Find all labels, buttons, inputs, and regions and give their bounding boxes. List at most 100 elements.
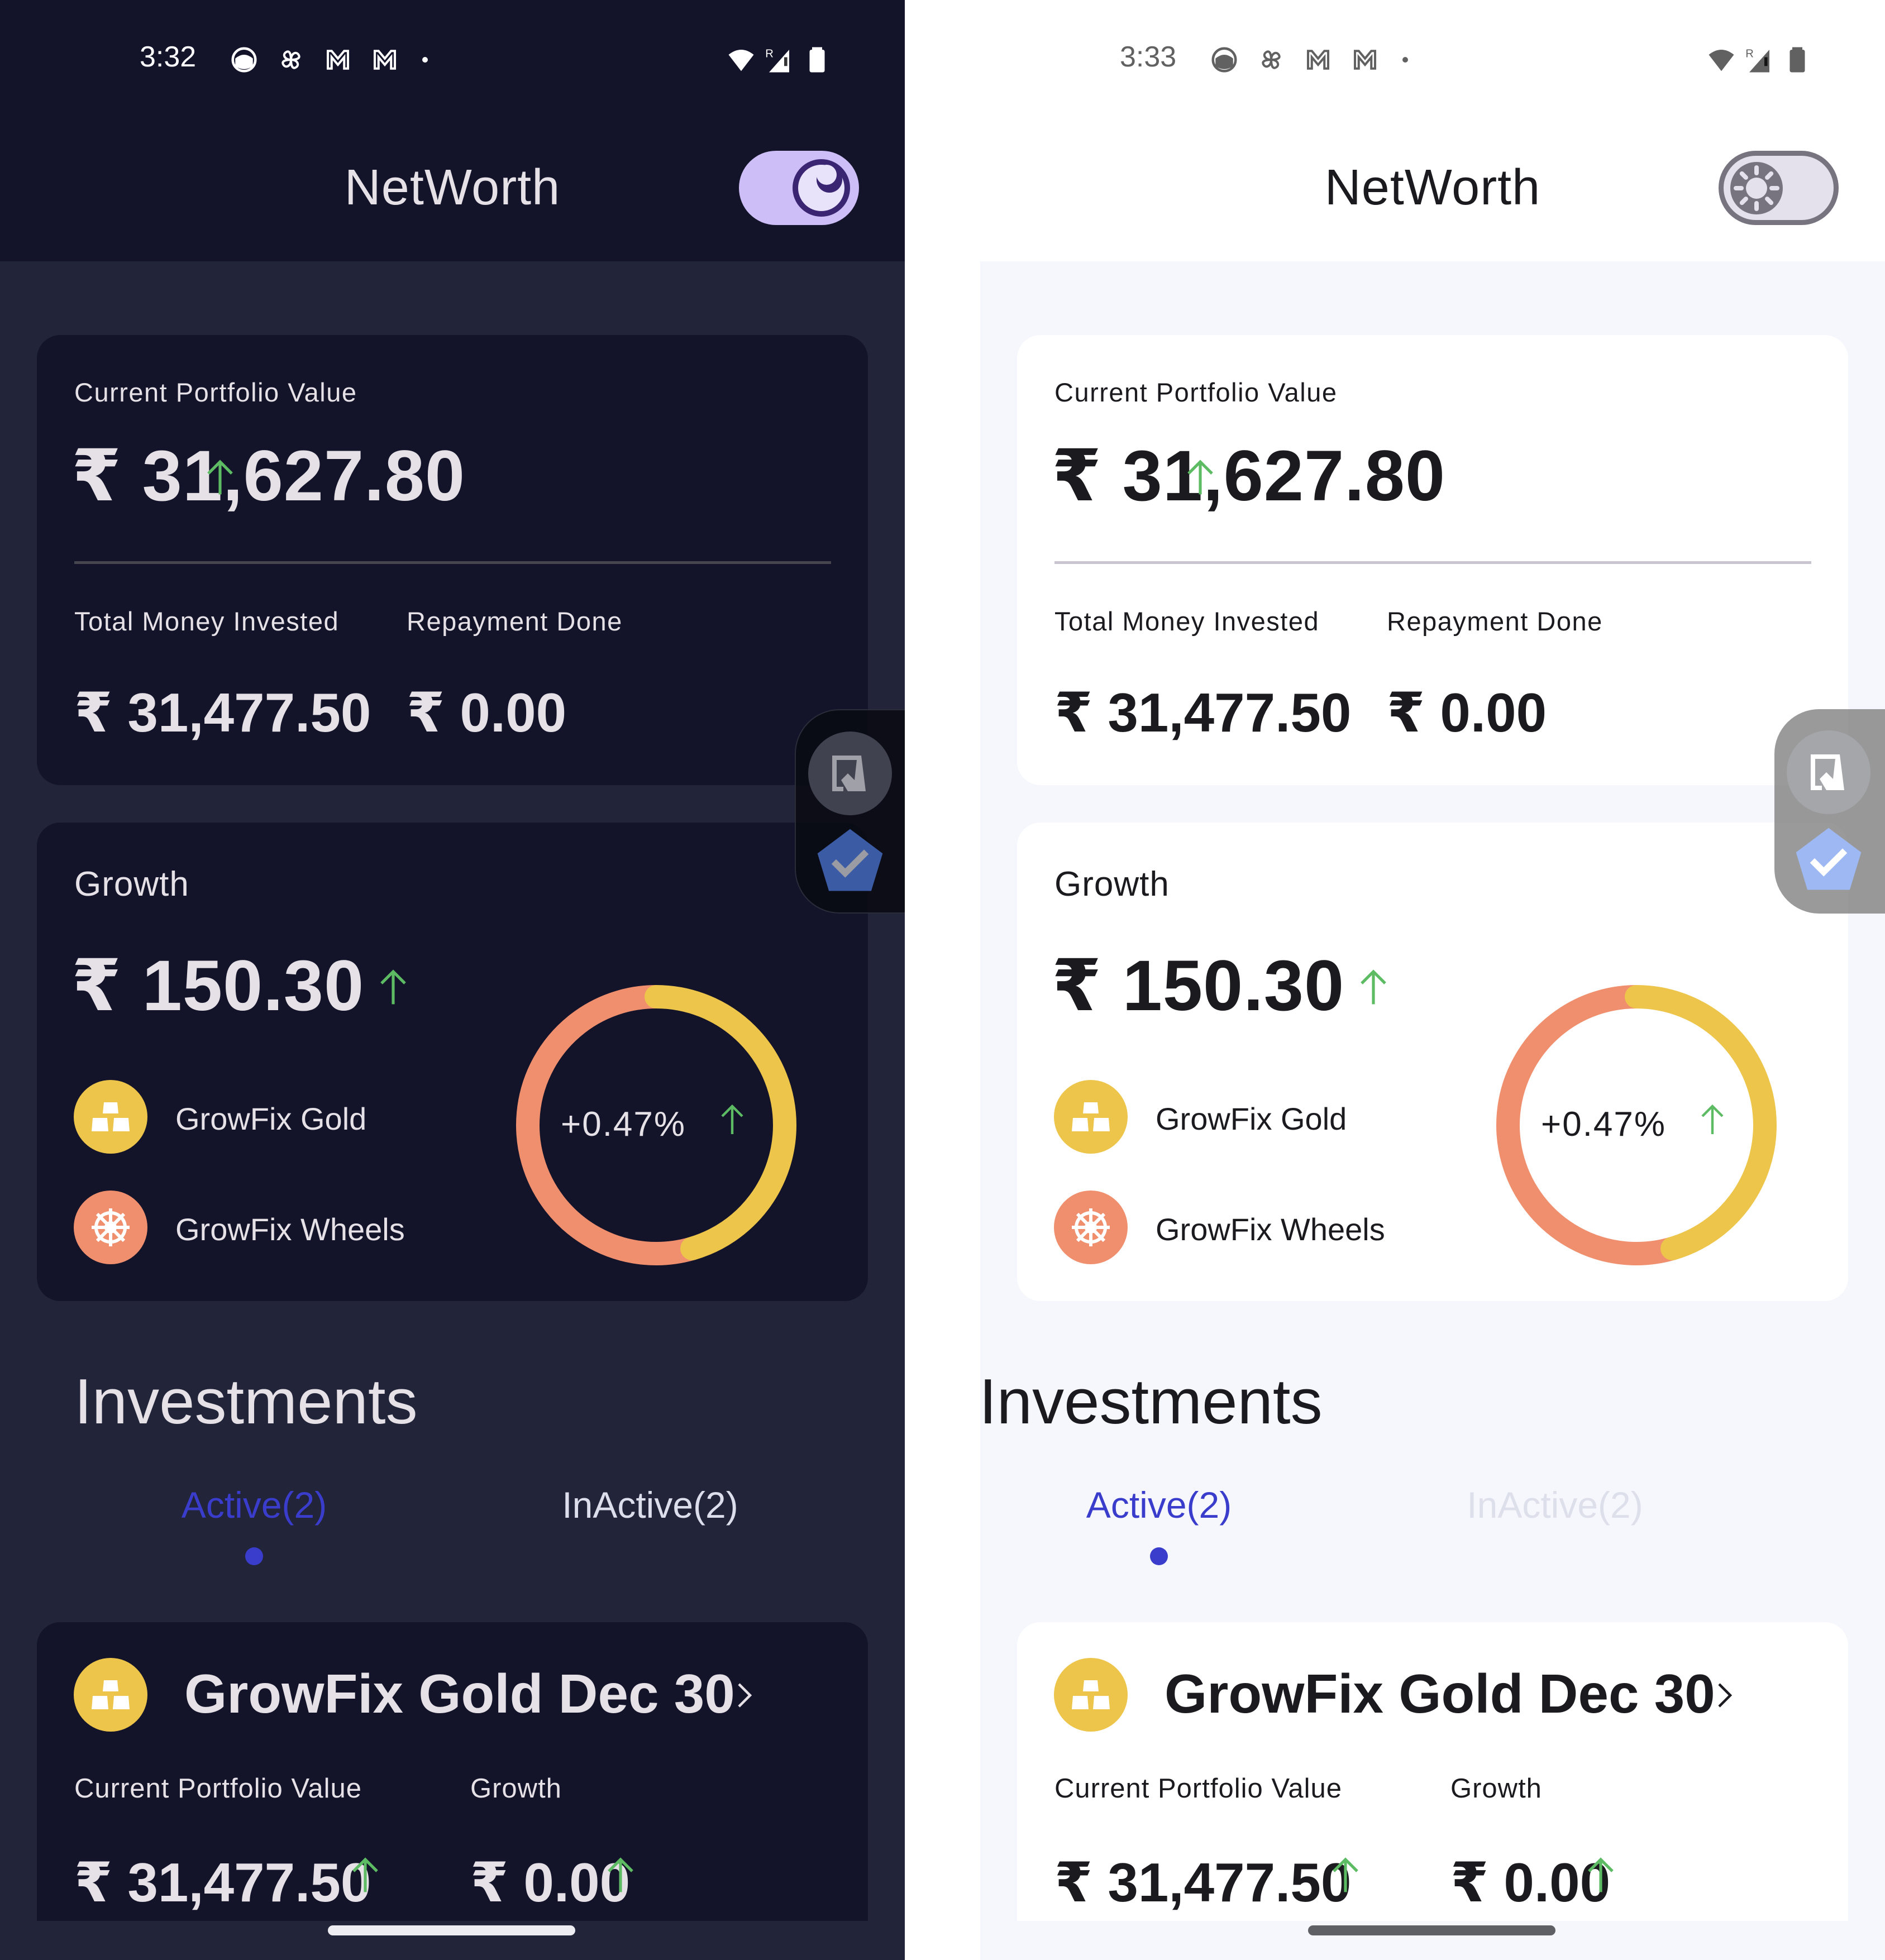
growth-value: ₹ 150.30 [71, 946, 365, 1026]
screenshot-icon [1811, 754, 1844, 790]
legend-gold-label: GrowFix Gold [175, 1101, 367, 1136]
up-arrow-icon [608, 1857, 633, 1892]
sun-icon [1730, 162, 1783, 214]
screenshot-button[interactable] [1787, 730, 1870, 814]
dot-icon [422, 57, 428, 63]
legend-gold-label: GrowFix Gold [1156, 1101, 1347, 1136]
item-portfolio-value: ₹ 31,477.50 [74, 1852, 371, 1913]
pinwheel-icon [281, 50, 300, 69]
growth-card: Growth ₹ 150.30 GrowFix Gold GrowFix Whe… [37, 823, 868, 1301]
wifi-icon [1709, 50, 1734, 71]
screenshot-button[interactable] [808, 732, 892, 815]
item-gold-icon [74, 1658, 147, 1732]
wifi-icon [728, 50, 754, 71]
investment-title: GrowFix Gold Dec 30 [1165, 1663, 1715, 1724]
gold-bars-icon [92, 1680, 130, 1709]
verify-button[interactable] [808, 820, 892, 903]
legend-gold-icon [74, 1080, 147, 1154]
investments-title: Investments [979, 1366, 1323, 1437]
item-gold-icon [1054, 1658, 1128, 1732]
home-indicator[interactable] [328, 1925, 575, 1935]
growth-label: Growth [74, 865, 189, 903]
investment-item-card[interactable]: GrowFix Gold Dec 30 Current Portfolio Va… [1017, 1622, 1848, 1921]
screenshot-icon [832, 756, 866, 791]
growth-value: ₹ 150.30 [1052, 946, 1345, 1026]
legend-wheels-label: GrowFix Wheels [1156, 1212, 1385, 1247]
up-arrow-icon [1701, 1104, 1724, 1134]
page-title: NetWorth [1324, 160, 1541, 216]
gold-bars-icon [1072, 1102, 1110, 1131]
face-icon [231, 47, 257, 73]
legend-gold-icon [1054, 1080, 1128, 1154]
gmail-icon [326, 50, 350, 70]
theme-toggle[interactable] [1719, 151, 1839, 225]
status-time: 3:33 [1120, 41, 1177, 73]
moon-icon [793, 159, 850, 217]
system-icons: R [726, 45, 832, 75]
up-arrow-icon [1588, 1857, 1614, 1892]
up-arrow-icon [1187, 460, 1213, 495]
status-time: 3:32 [140, 41, 197, 73]
signal-roaming-icon: R [765, 48, 789, 73]
repayment-value: ₹ 0.00 [407, 682, 567, 743]
battery-icon [809, 47, 825, 73]
item-growth-label: Growth [470, 1773, 562, 1804]
donut-center-label: +0.47% [1541, 1105, 1667, 1144]
verify-button[interactable] [1787, 819, 1870, 902]
theme-toggle[interactable] [739, 151, 859, 225]
status-bar: 3:33 R [905, 35, 1885, 85]
wheel-icon [1072, 1208, 1110, 1246]
tab-active[interactable]: Active(2) [1019, 1484, 1299, 1526]
floating-tool-widget [795, 709, 905, 914]
tab-inactive[interactable]: InActive(2) [510, 1484, 790, 1526]
investments-title: Investments [74, 1366, 418, 1437]
notification-icons [229, 45, 433, 75]
divider [1054, 561, 1811, 564]
up-arrow-icon [207, 460, 233, 495]
gold-bars-icon [1072, 1680, 1110, 1709]
verified-check-icon [1796, 828, 1862, 890]
item-growth-label: Growth [1450, 1773, 1542, 1804]
repayment-label: Repayment Done [1387, 606, 1603, 636]
up-arrow-icon [1361, 969, 1386, 1005]
tab-active[interactable]: Active(2) [114, 1484, 394, 1526]
invested-label: Total Money Invested [74, 606, 340, 636]
up-arrow-icon [721, 1104, 743, 1134]
tab-indicator [245, 1547, 263, 1565]
gmail-icon [1306, 50, 1330, 70]
svg-text:R: R [1745, 48, 1754, 60]
item-portfolio-label: Current Portfolio Value [74, 1773, 362, 1804]
verified-check-icon [817, 829, 883, 891]
item-portfolio-label: Current Portfolio Value [1054, 1773, 1343, 1804]
investment-title: GrowFix Gold Dec 30 [184, 1663, 735, 1724]
face-icon [1211, 47, 1237, 73]
portfolio-card: Current Portfolio Value ₹ 31,627.80 Tota… [1017, 335, 1848, 785]
battery-icon [1789, 47, 1805, 73]
portfolio-value: ₹ 31,627.80 [1052, 436, 1446, 516]
invested-label: Total Money Invested [1054, 606, 1320, 636]
status-bar: 3:32 R [0, 35, 905, 85]
svg-text:R: R [765, 48, 774, 60]
growth-card: Growth ₹ 150.30 GrowFix Gold GrowFix Whe… [1017, 823, 1848, 1301]
chevron-right-icon[interactable] [736, 1681, 753, 1709]
up-arrow-icon [352, 1857, 378, 1892]
gmail-icon [1353, 50, 1377, 70]
investment-item-card[interactable]: GrowFix Gold Dec 30 Current Portfolio Va… [37, 1622, 868, 1921]
portfolio-label: Current Portfolio Value [74, 377, 357, 407]
tab-inactive[interactable]: InActive(2) [1415, 1484, 1695, 1526]
donut-center-label: +0.47% [561, 1105, 686, 1144]
chevron-right-icon[interactable] [1716, 1681, 1733, 1709]
dark-theme-screen: 3:32 R NetWorth Current Portfolio Value … [0, 0, 905, 1960]
dot-icon [1402, 57, 1408, 63]
legend-wheels-label: GrowFix Wheels [175, 1212, 405, 1247]
floating-tool-widget [1774, 709, 1885, 914]
home-indicator[interactable] [1308, 1925, 1555, 1935]
signal-roaming-icon: R [1745, 48, 1769, 73]
repayment-label: Repayment Done [407, 606, 623, 636]
legend-wheels-icon [74, 1191, 147, 1264]
tab-indicator [1150, 1547, 1168, 1565]
gold-bars-icon [92, 1102, 130, 1131]
gmail-icon [373, 50, 397, 70]
notification-icons [1209, 45, 1414, 75]
up-arrow-icon [380, 969, 406, 1005]
